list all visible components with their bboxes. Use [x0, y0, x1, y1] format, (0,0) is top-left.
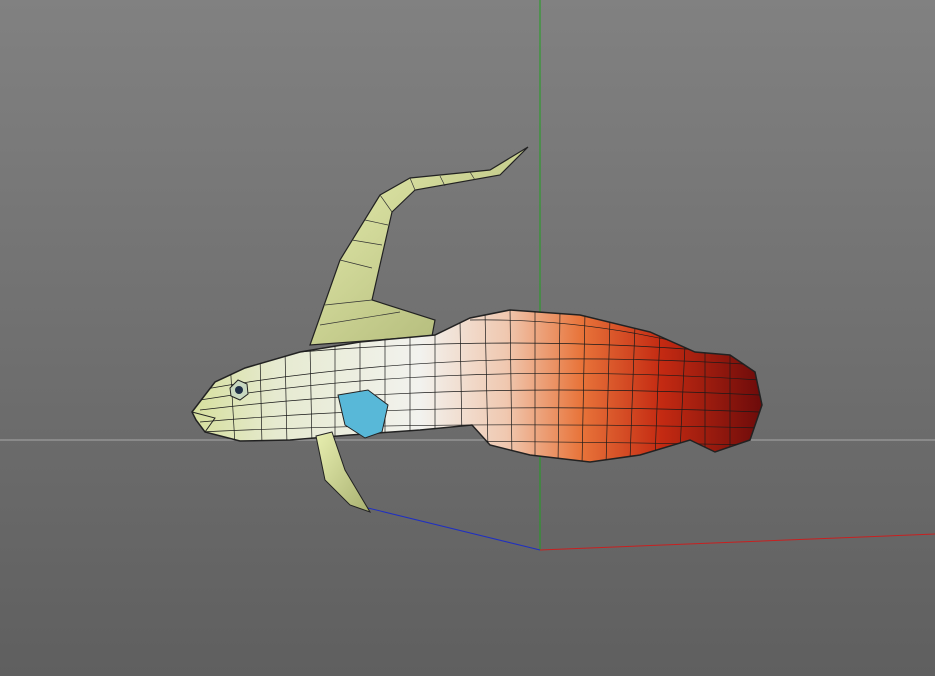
fish-model[interactable]: [191, 146, 763, 513]
viewport-canvas[interactable]: [0, 0, 935, 676]
fish-body: [191, 309, 763, 463]
3d-viewport[interactable]: [0, 0, 935, 676]
x-axis-line: [539, 533, 935, 551]
z-axis-line: [367, 507, 541, 551]
pelvic-fin: [315, 431, 372, 513]
